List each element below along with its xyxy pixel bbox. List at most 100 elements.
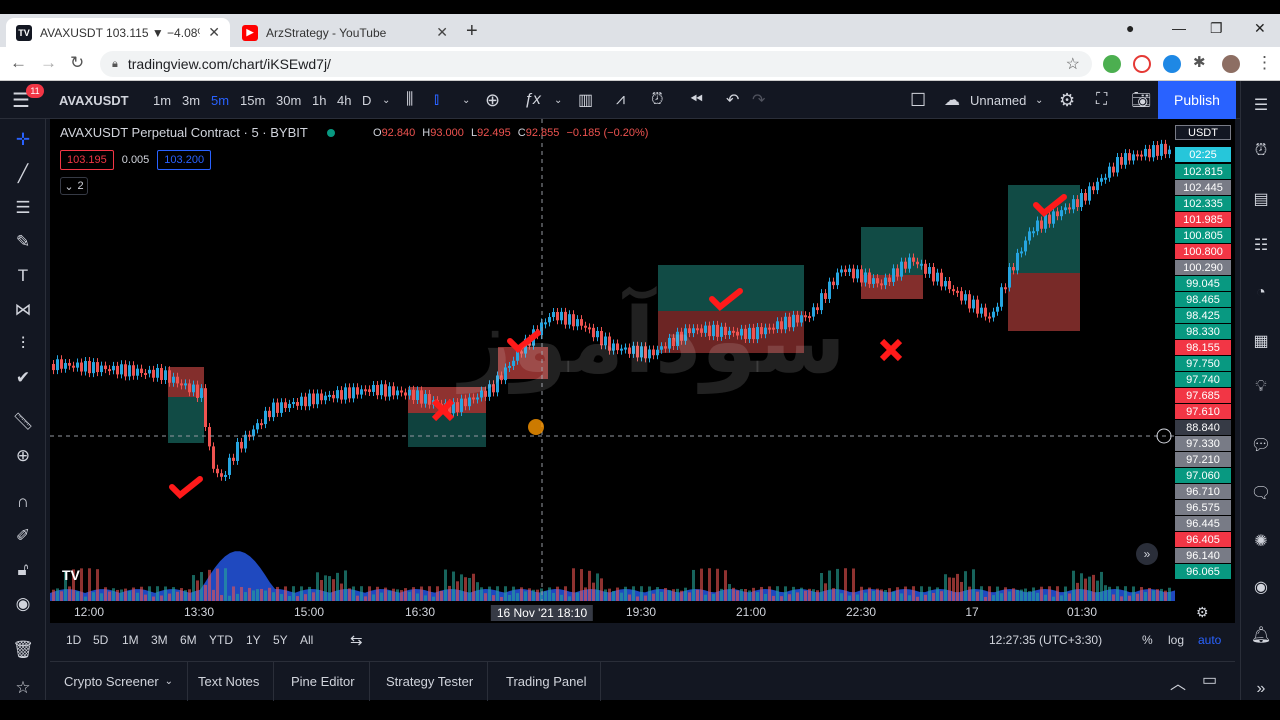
compare-add-icon[interactable]: ⊕ xyxy=(485,81,500,119)
tab-tradingview[interactable]: TV AVAXUSDT 103.115 ▼ −4.08% Un ✕ xyxy=(6,18,230,47)
data-window-icon[interactable]: ▤ xyxy=(1249,187,1273,211)
extensions-puzzle-icon[interactable]: ✱ xyxy=(1193,53,1206,71)
fullscreen-box-icon[interactable]: ☐ xyxy=(910,81,926,119)
chevron-down-icon[interactable]: ⌄ xyxy=(382,81,390,119)
trash-icon[interactable]: 🗑︎ xyxy=(10,637,36,663)
watchlist-icon[interactable]: ☰ xyxy=(1249,93,1273,117)
price-scale[interactable]: USDT 02:25 102.815 102.445 102.335 101.985 1… xyxy=(1175,119,1235,601)
percent-toggle[interactable]: % xyxy=(1142,633,1153,647)
reload-icon[interactable]: ↻ xyxy=(70,53,84,73)
snapshot-camera-icon[interactable]: 📷︎ xyxy=(1131,81,1151,119)
restore-icon[interactable]: ❐ xyxy=(1210,20,1223,37)
chart-pane[interactable]: سودآموز AVAXUSDT Perpetual Contract · 5 … xyxy=(50,119,1175,601)
auto-toggle[interactable]: auto xyxy=(1198,633,1221,647)
range-ytd[interactable]: YTD xyxy=(209,633,233,647)
lock-drawings-icon[interactable]: 🔓︎ xyxy=(10,557,36,583)
hide-drawings-icon[interactable]: ◉ xyxy=(10,591,36,617)
maximize-panel-icon[interactable]: ▭ xyxy=(1202,670,1217,690)
interval-d[interactable]: D xyxy=(362,81,371,119)
interval-1m[interactable]: 1m xyxy=(153,81,171,119)
interval-4h[interactable]: 4h xyxy=(337,81,351,119)
extension-icon[interactable] xyxy=(1133,55,1151,73)
streams-icon[interactable]: ✺ xyxy=(1249,529,1273,553)
pattern-icon[interactable]: ⋈ xyxy=(10,297,36,323)
range-5d[interactable]: 5D xyxy=(93,633,108,647)
notifications-bell-icon[interactable]: 🔔︎ xyxy=(1249,623,1273,647)
layout-name[interactable]: Unnamed xyxy=(970,81,1026,119)
go-to-date-icon[interactable]: ⇆ xyxy=(350,631,363,649)
extension-icon[interactable] xyxy=(1103,55,1121,73)
range-1y[interactable]: 1Y xyxy=(246,633,261,647)
publish-button[interactable]: Publish xyxy=(1158,81,1236,119)
crosshair-icon[interactable]: ✛ xyxy=(10,127,36,153)
range-1d[interactable]: 1D xyxy=(66,633,81,647)
interval-15m[interactable]: 15m xyxy=(240,81,265,119)
alerts-clock-icon[interactable]: ⏰︎ xyxy=(1249,139,1273,163)
scroll-to-realtime-icon[interactable]: » xyxy=(1136,543,1158,565)
interval-1h[interactable]: 1h xyxy=(312,81,326,119)
close-icon[interactable]: ✕ xyxy=(208,24,220,41)
alert-icon[interactable]: ⏰︎ xyxy=(651,81,663,119)
settings-gear-icon[interactable]: ⚙ xyxy=(1059,81,1075,119)
tab-pine-editor[interactable]: Pine Editor xyxy=(277,662,370,701)
symbol-search[interactable]: AVAXUSDT xyxy=(59,81,129,119)
range-all[interactable]: All xyxy=(300,633,313,647)
trend-line-icon[interactable]: ╱ xyxy=(10,161,36,187)
financials-icon[interactable]: ▥ xyxy=(578,81,593,119)
fullscreen-icon[interactable]: ⛶ xyxy=(1096,81,1107,119)
ruler-icon[interactable]: 📏︎ xyxy=(10,409,36,435)
messages-icon[interactable]: 🗨︎ xyxy=(1249,481,1273,505)
extension-icon[interactable] xyxy=(1163,55,1181,73)
collapse-panel-icon[interactable]: » xyxy=(1249,677,1273,701)
magnet-icon[interactable]: ∩ xyxy=(10,489,36,515)
chevron-down-icon[interactable]: ⌄ xyxy=(462,81,470,119)
chevron-up-icon[interactable]: ︿ xyxy=(1170,670,1186,694)
minimize-icon[interactable]: — xyxy=(1172,20,1186,36)
bookmark-star-icon[interactable]: ☆ xyxy=(1066,54,1080,74)
chevron-down-icon[interactable]: ⌄ xyxy=(165,676,173,687)
brush-icon[interactable]: ✎ xyxy=(10,229,36,255)
indicators-icon[interactable]: ƒx xyxy=(524,81,541,119)
calendar-icon[interactable]: ▦ xyxy=(1249,329,1273,353)
tab-trading-panel[interactable]: Trading Panel xyxy=(492,662,602,701)
range-5y[interactable]: 5Y xyxy=(273,633,288,647)
interval-30m[interactable]: 30m xyxy=(276,81,301,119)
interval-5m[interactable]: 5m xyxy=(211,81,229,119)
buy-price[interactable]: 103.200 xyxy=(157,150,212,170)
favorites-star-icon[interactable]: ☆ xyxy=(10,675,36,701)
close-icon[interactable]: ✕ xyxy=(436,24,448,41)
checkmark-icon[interactable]: ✔ xyxy=(10,365,36,391)
time-scale[interactable]: 12:00 13:30 15:00 16:30 19:30 21:00 22:30 17 01:… xyxy=(50,601,1235,623)
prediction-icon[interactable]: ⫶ xyxy=(10,331,36,357)
url-bar[interactable]: 🔒︎ tradingview.com/chart/iKSEwd7j/ ☆ xyxy=(100,51,1092,77)
chevron-down-icon[interactable]: ⌄ xyxy=(554,81,562,119)
bar-style-icon[interactable]: ⫼ xyxy=(406,81,413,119)
tab-text-notes[interactable]: Text Notes xyxy=(184,662,275,701)
avatar[interactable] xyxy=(1222,55,1240,73)
window-close-icon[interactable]: ✕ xyxy=(1254,20,1266,37)
interval-3m[interactable]: 3m xyxy=(182,81,200,119)
new-tab-icon[interactable]: + xyxy=(466,20,478,43)
browser-menu-icon[interactable]: ⋮ xyxy=(1256,53,1273,73)
stay-drawing-icon[interactable]: ✐ xyxy=(10,523,36,549)
tab-crypto-screener[interactable]: Crypto Screener ⌄ xyxy=(50,662,189,701)
chat-icon[interactable]: 💬︎ xyxy=(1249,433,1273,457)
currency-label[interactable]: USDT xyxy=(1175,125,1231,140)
sell-price[interactable]: 103.195 xyxy=(60,150,114,170)
indicator-collapse-button[interactable]: ⌄ 2 xyxy=(60,177,88,195)
fib-retracement-icon[interactable]: ☰ xyxy=(10,195,36,221)
cloud-save-icon[interactable]: ☁ xyxy=(944,81,960,119)
profile-menu-icon[interactable]: ● xyxy=(1126,20,1134,36)
candle-style-icon[interactable]: ⫾ xyxy=(434,81,439,119)
redo-icon[interactable]: ↷ xyxy=(752,81,765,119)
broadcast-icon[interactable]: ◉ xyxy=(1249,575,1273,599)
chevron-down-icon[interactable]: ⌄ xyxy=(1035,81,1043,119)
calendar-cycle-icon[interactable]: ◔ xyxy=(1249,281,1273,305)
text-tool-icon[interactable]: T xyxy=(10,263,36,289)
range-1m[interactable]: 1M xyxy=(122,633,139,647)
ideas-lightbulb-icon[interactable]: 💡︎ xyxy=(1249,375,1273,399)
log-toggle[interactable]: log xyxy=(1168,633,1184,647)
back-icon[interactable]: ← xyxy=(10,53,27,73)
replay-icon[interactable]: ⏪︎ xyxy=(690,81,703,119)
undo-icon[interactable]: ↶ xyxy=(726,81,739,119)
